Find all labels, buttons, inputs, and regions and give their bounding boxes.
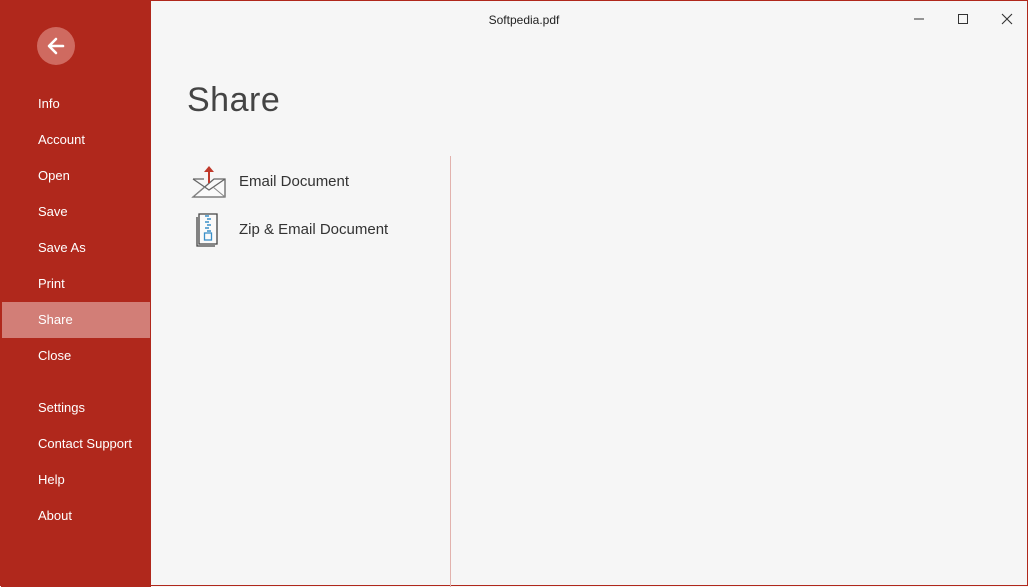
minimize-button[interactable] xyxy=(897,5,941,33)
close-icon xyxy=(1001,13,1013,25)
sidebar-item-account[interactable]: Account xyxy=(2,122,150,158)
content-divider xyxy=(450,156,451,587)
arrow-left-icon xyxy=(47,37,65,55)
sidebar-item-settings[interactable]: Settings xyxy=(2,390,150,426)
sidebar-item-info[interactable]: Info xyxy=(2,86,150,122)
email-document-option[interactable]: Email Document xyxy=(191,161,431,201)
app-window: Info Account Open Save Save As Print Sha… xyxy=(0,0,1028,587)
sidebar-item-about[interactable]: About xyxy=(2,498,150,534)
maximize-button[interactable] xyxy=(941,5,985,33)
sidebar-item-close[interactable]: Close xyxy=(2,338,150,374)
email-document-label: Email Document xyxy=(239,172,350,190)
zip-email-document-label: Zip & Email Document xyxy=(239,220,389,238)
sidebar-item-print[interactable]: Print xyxy=(2,266,150,302)
close-button[interactable] xyxy=(985,5,1028,33)
window-title: Softpedia.pdf xyxy=(488,13,560,27)
sidebar-item-open[interactable]: Open xyxy=(2,158,150,194)
zip-email-document-option[interactable]: Zip & Email Document xyxy=(191,209,431,249)
minimize-icon xyxy=(914,18,924,20)
sidebar-item-contact-support[interactable]: Contact Support xyxy=(2,426,150,462)
backstage-sidebar: Info Account Open Save Save As Print Sha… xyxy=(1,1,151,587)
zip-file-icon xyxy=(196,213,218,247)
sidebar-item-help[interactable]: Help xyxy=(2,462,150,498)
maximize-icon xyxy=(958,14,968,24)
sidebar-item-share[interactable]: Share xyxy=(2,302,150,338)
sidebar-item-save[interactable]: Save xyxy=(2,194,150,230)
sidebar-item-save-as[interactable]: Save As xyxy=(2,230,150,266)
email-upload-icon xyxy=(191,166,226,198)
page-title: Share xyxy=(187,81,281,119)
back-button[interactable] xyxy=(37,27,75,65)
